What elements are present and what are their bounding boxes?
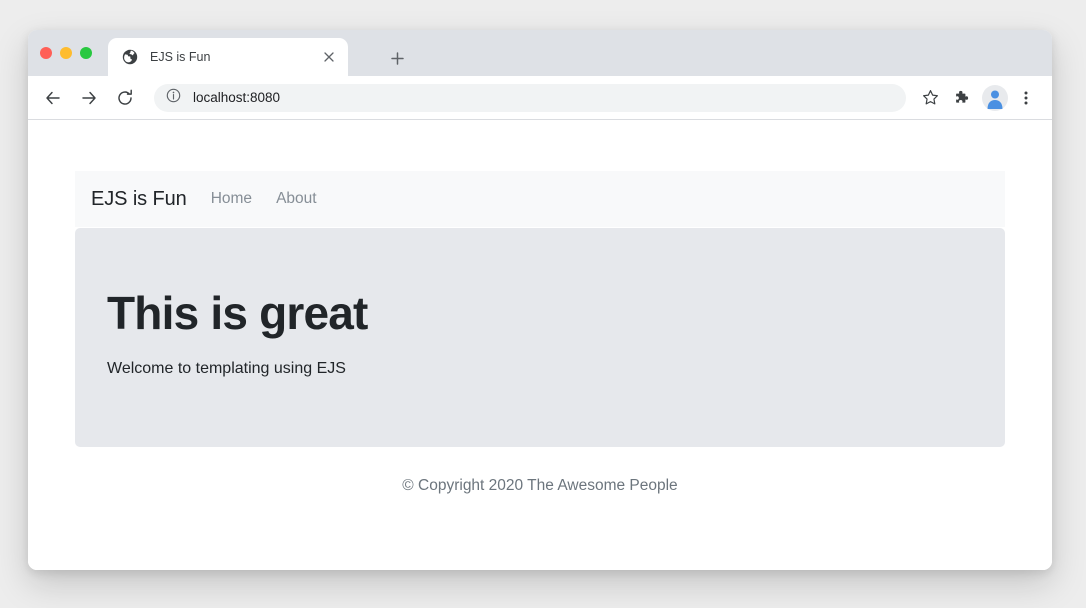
site-nav-links: Home About	[211, 190, 317, 208]
reload-button[interactable]	[110, 83, 140, 113]
avatar-icon	[987, 90, 1003, 109]
reload-icon	[118, 89, 132, 105]
forward-button[interactable]	[74, 83, 104, 113]
maximize-window-button[interactable]	[80, 47, 92, 59]
site-footer: © Copyright 2020 The Awesome People	[402, 477, 678, 494]
browser-toolbar: localhost:8080	[28, 76, 1052, 120]
globe-icon	[122, 49, 138, 65]
new-tab-button[interactable]	[384, 45, 410, 71]
puzzle-piece-icon	[955, 90, 968, 103]
three-dot-menu-icon	[1024, 91, 1028, 104]
close-icon[interactable]	[320, 48, 338, 66]
minimize-window-button[interactable]	[60, 47, 72, 59]
close-window-button[interactable]	[40, 47, 52, 59]
extensions-button[interactable]	[948, 84, 976, 112]
tab-title: EJS is Fun	[150, 50, 211, 64]
browser-tab[interactable]: EJS is Fun	[108, 38, 348, 76]
window-controls	[40, 30, 92, 76]
url-text[interactable]: localhost:8080	[193, 90, 280, 105]
bookmark-button[interactable]	[916, 84, 944, 112]
address-bar[interactable]: localhost:8080	[154, 83, 906, 112]
nav-link-home[interactable]: Home	[211, 190, 252, 208]
page-viewport: EJS is Fun Home About This is great Welc…	[28, 120, 1052, 570]
browser-menu-button[interactable]	[1012, 84, 1040, 112]
info-circle-icon[interactable]	[166, 88, 181, 108]
arrow-right-icon	[82, 91, 96, 104]
arrow-left-icon	[46, 91, 60, 104]
profile-button[interactable]	[982, 84, 1008, 111]
page-title: This is great	[107, 287, 368, 339]
site-brand[interactable]: EJS is Fun	[91, 188, 187, 211]
tab-strip: EJS is Fun	[28, 30, 1052, 76]
browser-window: EJS is Fun localhost:8080 EJS is Fun Hom…	[28, 30, 1052, 570]
site-navbar: EJS is Fun Home About	[75, 171, 1005, 227]
jumbotron: This is great Welcome to templating usin…	[75, 228, 1005, 447]
page-lead-text: Welcome to templating using EJS	[107, 359, 346, 377]
star-icon	[922, 90, 938, 105]
page-container: EJS is Fun Home About This is great Welc…	[75, 120, 1005, 495]
back-button[interactable]	[38, 83, 68, 113]
plus-icon	[390, 51, 404, 65]
nav-link-about[interactable]: About	[276, 190, 317, 208]
